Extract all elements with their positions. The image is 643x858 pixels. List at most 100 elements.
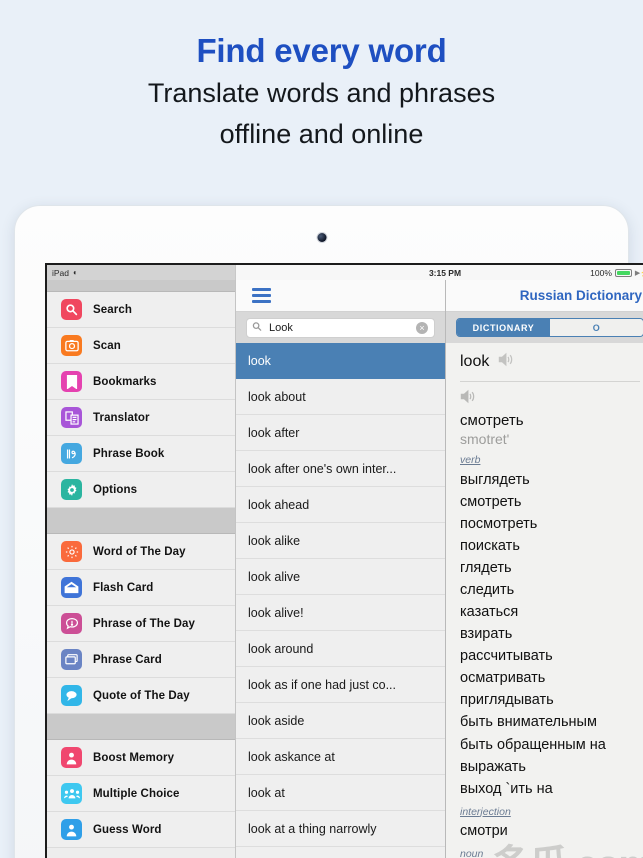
entry-headword: look: [460, 352, 643, 372]
detail-navbar: Russian Dictionary: [446, 280, 643, 312]
sidebar-item-phrase-book[interactable]: Phrase Book: [47, 436, 235, 472]
status-time: 3:15 PM: [428, 267, 462, 278]
list-item[interactable]: look alive: [236, 559, 445, 595]
sidebar-item-options[interactable]: Options: [47, 472, 235, 508]
front-camera-icon: [317, 233, 326, 242]
sidebar-item-label: Boost Memory: [93, 751, 175, 764]
sense-item[interactable]: казаться: [460, 601, 643, 623]
list-item[interactable]: look aside: [236, 703, 445, 739]
person-icon: [61, 747, 82, 768]
part-of-speech-label[interactable]: interjection: [460, 805, 643, 821]
sidebar-item-phrase-card[interactable]: Phrase Card: [47, 642, 235, 678]
sense-item[interactable]: приглядывать: [460, 689, 643, 711]
sense-item[interactable]: быть обращенным на: [460, 734, 643, 756]
sidebar-item-scan[interactable]: Scan: [47, 328, 235, 364]
list-item[interactable]: look after: [236, 415, 445, 451]
list-item[interactable]: look at: [236, 775, 445, 811]
sun-icon: [61, 541, 82, 562]
list-item[interactable]: look askance at: [236, 739, 445, 775]
status-bar-right: 3:15 PM 100% ▶⚡: [236, 265, 643, 280]
gear-icon: [61, 479, 82, 500]
sense-item[interactable]: смотреть: [460, 491, 643, 513]
status-bar: iPad ◐ 3:15 PM 100% ▶⚡: [47, 265, 643, 280]
sidebar-item-search[interactable]: Search: [47, 292, 235, 328]
clear-circle-icon[interactable]: ×: [416, 321, 428, 334]
tab-dictionary[interactable]: DICTIONARY: [457, 319, 550, 336]
bookmark-icon: [61, 371, 82, 392]
sense-item[interactable]: глядеть: [460, 557, 643, 579]
list-item[interactable]: look alive!: [236, 595, 445, 631]
sense-item[interactable]: выход `ить на: [460, 778, 643, 800]
transliteration: smotret': [460, 431, 510, 448]
list-item[interactable]: look around: [236, 631, 445, 667]
sidebar-item-guess-word[interactable]: Guess Word: [47, 812, 235, 848]
sidebar-item-translator[interactable]: Translator: [47, 400, 235, 436]
promo-title: Find every word: [196, 32, 447, 69]
sense-item[interactable]: рассчитывать: [460, 645, 643, 667]
hamburger-menu-icon[interactable]: [236, 288, 271, 303]
speaker-icon[interactable]: [460, 389, 643, 409]
quote-bubble-icon: [61, 685, 82, 706]
sense-item[interactable]: посмотреть: [460, 513, 643, 535]
status-device-label: iPad: [52, 267, 70, 278]
sense-item[interactable]: поискать: [460, 535, 643, 557]
speaker-icon[interactable]: [498, 352, 515, 372]
wifi-icon: ◐: [73, 268, 78, 277]
page-title: Russian Dictionary: [519, 288, 642, 303]
sidebar-item-word-of-the-day[interactable]: Word of The Day: [47, 534, 235, 570]
part-of-speech-label[interactable]: noun: [460, 847, 643, 858]
search-input-value: Look: [269, 321, 293, 334]
sense-item[interactable]: смотри: [460, 820, 643, 842]
sense-item[interactable]: выражать: [460, 756, 643, 778]
entry-speaker-row: [460, 389, 643, 409]
search-icon: [61, 299, 82, 320]
word-list-column: Look × look look about look after look a…: [236, 280, 446, 858]
search-icon: [250, 319, 266, 335]
list-item[interactable]: look about: [236, 379, 445, 415]
list-item[interactable]: look ahead: [236, 487, 445, 523]
list-item[interactable]: look alike: [236, 523, 445, 559]
sidebar-item-label: Multiple Choice: [93, 787, 180, 800]
sidebar-top-spacer: [47, 280, 235, 292]
sidebar-item-label: Search: [93, 303, 132, 316]
list-item[interactable]: look as if one had just co...: [236, 667, 445, 703]
sidebar-item-label: Quote of The Day: [93, 689, 190, 702]
sidebar-item-label: Translator: [93, 411, 150, 424]
sidebar-item-label: Phrase of The Day: [93, 617, 196, 630]
camera-icon: [61, 335, 82, 356]
list-item[interactable]: look: [236, 343, 445, 379]
sidebar-item-boost-memory[interactable]: Boost Memory: [47, 740, 235, 776]
list-item[interactable]: look after one's own inter...: [236, 451, 445, 487]
sense-item[interactable]: взирать: [460, 623, 643, 645]
sidebar-item-multiple-choice[interactable]: Multiple Choice: [47, 776, 235, 812]
headword-text: look: [460, 353, 490, 370]
list-item[interactable]: look at a thing narrowly: [236, 811, 445, 847]
entry-body: look смотреть smotret' verb выглядеть см…: [446, 343, 643, 858]
sense-item[interactable]: следить: [460, 579, 643, 601]
phrasebook-icon: [61, 443, 82, 464]
sidebar-item-bookmarks[interactable]: Bookmarks: [47, 364, 235, 400]
sidebar-item-label: Bookmarks: [93, 375, 157, 388]
sidebar-item-label: Scan: [93, 339, 121, 352]
status-bar-left: iPad ◐: [47, 265, 236, 280]
ipad-device-frame: iPad ◐ 3:15 PM 100% ▶⚡: [14, 205, 643, 858]
part-of-speech-label[interactable]: verb: [460, 453, 643, 469]
sidebar-item-flash-card[interactable]: Flash Card: [47, 570, 235, 606]
sidebar-item-label: Flash Card: [93, 581, 154, 594]
detail-panel: Russian Dictionary DICTIONARY O look смо…: [446, 280, 643, 858]
sidebar-item-label: Phrase Card: [93, 653, 162, 666]
search-bar: Look ×: [236, 312, 445, 343]
tab-online[interactable]: O: [550, 319, 643, 336]
sidebar-group-separator: [47, 508, 235, 534]
divider: [460, 381, 640, 382]
sense-item[interactable]: осматривать: [460, 667, 643, 689]
charging-icon: ▶⚡: [634, 269, 643, 277]
translate-icon: [61, 407, 82, 428]
sense-item[interactable]: быть внимательным: [460, 711, 643, 733]
sidebar-item-label: Word of The Day: [93, 545, 186, 558]
search-input[interactable]: Look ×: [246, 317, 435, 338]
sense-item[interactable]: выглядеть: [460, 469, 643, 491]
battery-percent-label: 100%: [590, 267, 612, 278]
sidebar-item-quote-of-the-day[interactable]: Quote of The Day: [47, 678, 235, 714]
sidebar-item-phrase-of-the-day[interactable]: Phrase of The Day: [47, 606, 235, 642]
